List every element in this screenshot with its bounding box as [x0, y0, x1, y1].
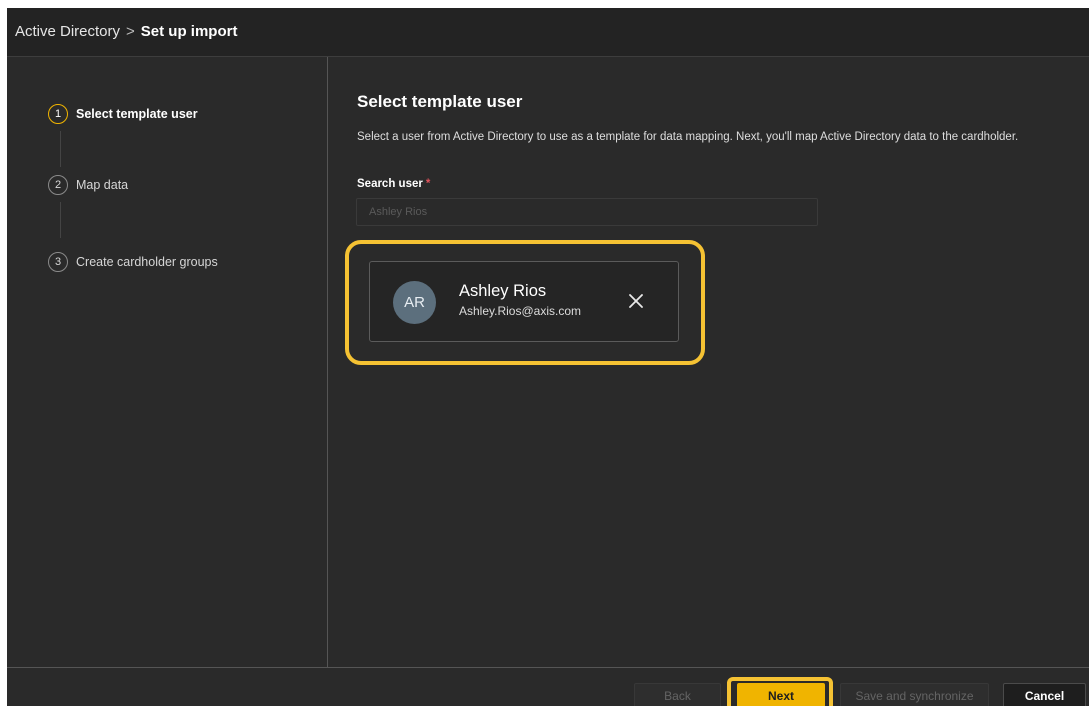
- back-button[interactable]: Back: [634, 683, 721, 706]
- step-number-1: 1: [48, 104, 68, 124]
- step-create-cardholder-groups[interactable]: 3 Create cardholder groups: [48, 251, 218, 273]
- step-select-template-user[interactable]: 1 Select template user: [48, 103, 198, 125]
- step-connector: [60, 202, 61, 238]
- selected-user-card: AR Ashley Rios Ashley.Rios@axis.com: [369, 261, 679, 342]
- app-window: Active Directory > Set up import 1 Select …: [7, 8, 1089, 706]
- avatar: AR: [393, 281, 436, 324]
- breadcrumb-current: Set up import: [140, 23, 238, 40]
- main-panel: Select template user Select a user from …: [328, 57, 1089, 667]
- search-user-input[interactable]: [356, 198, 818, 226]
- step-sidebar: 1 Select template user 2 Map data 3 Crea…: [7, 57, 328, 667]
- close-icon[interactable]: [624, 289, 648, 313]
- user-email: Ashley.Rios@axis.com: [459, 304, 581, 318]
- step-connector: [60, 131, 61, 167]
- search-user-label-text: Search user: [357, 178, 423, 190]
- step-label-3: Create cardholder groups: [76, 255, 218, 269]
- user-name: Ashley Rios: [459, 282, 547, 300]
- breadcrumb-separator: >: [126, 23, 135, 40]
- step-number-2: 2: [48, 175, 68, 195]
- breadcrumb-parent[interactable]: Active Directory: [15, 23, 120, 40]
- footer-bar: Back Next Save and synchronize Cancel: [7, 667, 1089, 706]
- step-label-2: Map data: [76, 178, 129, 192]
- next-button[interactable]: Next: [737, 683, 825, 706]
- step-label-1: Select template user: [76, 107, 198, 121]
- breadcrumb: Active Directory > Set up import: [15, 23, 237, 40]
- page-description: Select a user from Active Directory to u…: [357, 131, 1019, 143]
- search-user-label: Search user *: [357, 178, 430, 190]
- save-and-synchronize-button[interactable]: Save and synchronize: [840, 683, 989, 706]
- title-bar: Active Directory > Set up import: [7, 8, 1089, 57]
- cancel-button[interactable]: Cancel: [1003, 683, 1086, 706]
- page-title: Select template user: [357, 92, 523, 111]
- step-number-3: 3: [48, 252, 68, 272]
- required-marker: *: [425, 178, 431, 190]
- step-map-data[interactable]: 2 Map data: [48, 174, 128, 196]
